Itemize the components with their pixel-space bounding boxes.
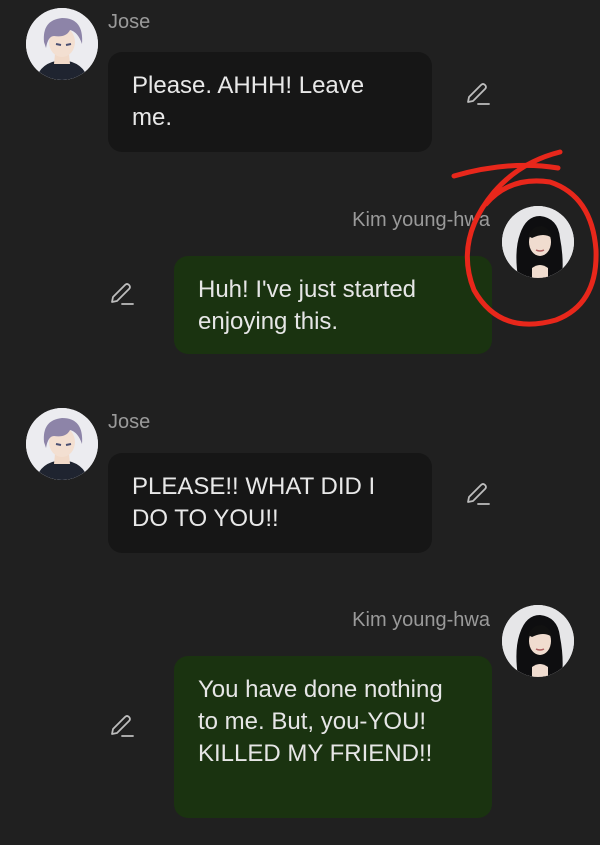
jose-avatar[interactable] xyxy=(26,408,98,480)
pencil-icon[interactable] xyxy=(464,480,492,508)
sender-name: Jose xyxy=(108,11,151,33)
message-bubble[interactable]: PLEASE!! WHAT DID I DO TO YOU!! xyxy=(108,453,432,553)
sender-name: Jose xyxy=(108,411,151,433)
sender-name: Kim young-hwa xyxy=(352,209,490,231)
pencil-icon[interactable] xyxy=(464,80,492,108)
jose-avatar[interactable] xyxy=(26,8,98,80)
pencil-icon[interactable] xyxy=(108,712,136,740)
message-bubble[interactable]: Please. AHHH! Leave me. xyxy=(108,52,432,152)
message-bubble[interactable]: Huh! I've just started enjoying this. xyxy=(174,256,492,354)
chat-thread: Jose Please. AHHH! Leave me. Kim young-h… xyxy=(0,0,600,845)
kim-young-hwa-avatar[interactable] xyxy=(502,206,574,278)
kim-young-hwa-avatar[interactable] xyxy=(502,605,574,677)
sender-name: Kim young-hwa xyxy=(352,609,490,631)
pencil-icon[interactable] xyxy=(108,280,136,308)
message-bubble[interactable]: You have done nothing to me. But, you-YO… xyxy=(174,656,492,818)
